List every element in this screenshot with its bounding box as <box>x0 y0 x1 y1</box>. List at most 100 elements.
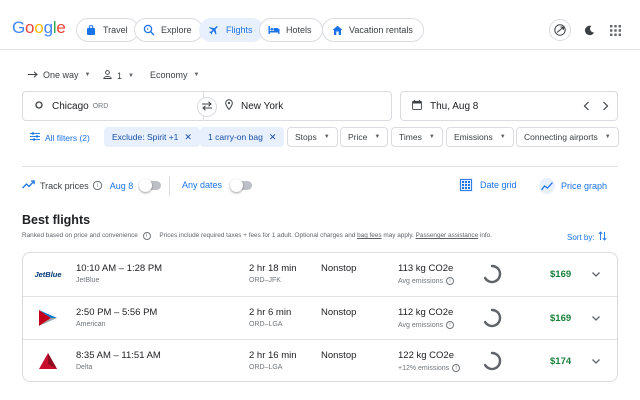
ranking-note: Ranked based on price and convenience <box>22 232 138 239</box>
carry-on-bag-chip[interactable]: 1 carry-on bag ✕ <box>200 127 285 147</box>
apps-grid-icon[interactable] <box>604 19 626 41</box>
passenger-assistance-link[interactable]: Passenger assistance <box>416 232 479 239</box>
sort-by-button[interactable]: Sort by: <box>567 231 607 243</box>
info-icon[interactable]: i <box>452 364 461 372</box>
caret-down-icon: ▼ <box>193 72 200 78</box>
logo-letter: G <box>12 18 26 37</box>
origin-field[interactable]: Chicago ORD <box>22 91 204 121</box>
track-date: Aug 8 <box>109 180 134 191</box>
flight-row[interactable]: 8:35 AM – 11:51 AM Delta 2 hr 16 min ORD… <box>23 339 617 381</box>
flight-row[interactable]: JetBlue 10:10 AM – 1:28 PM JetBlue 2 hr … <box>23 253 617 296</box>
all-filters-button[interactable]: All filters (2) <box>30 132 90 143</box>
connecting-airports-chip[interactable]: Connecting airports ▼ <box>516 127 619 147</box>
google-logo[interactable]: Google <box>12 18 66 38</box>
departure-date-field[interactable]: Thu, Aug 8 <box>400 91 618 121</box>
trip-type-select[interactable]: One way ▼ <box>28 70 90 80</box>
logo-letter: g <box>43 18 53 37</box>
stops-chip-label: Stops <box>295 132 317 142</box>
tab-vacation-rentals[interactable]: Vacation rentals <box>322 18 424 42</box>
cabin-select[interactable]: Economy ▼ <box>150 70 199 80</box>
flight-stops: Nonstop <box>321 350 357 361</box>
chevron-down-icon[interactable] <box>590 312 602 324</box>
tab-travel[interactable]: Travel <box>76 18 139 42</box>
price-graph-icon <box>539 178 555 194</box>
next-date-icon[interactable] <box>602 101 609 114</box>
info-icon[interactable]: i <box>92 181 102 190</box>
delta-logo <box>35 352 61 370</box>
flight-co2: 112 kg CO2e <box>398 307 454 318</box>
tab-vacation-label: Vacation rentals <box>349 25 413 35</box>
chevron-down-icon[interactable] <box>590 355 602 367</box>
info-icon[interactable]: i <box>142 232 151 240</box>
location-pin-icon <box>225 99 233 113</box>
jetblue-logo-text: JetBlue <box>34 269 62 279</box>
track-prices-label: Track prices <box>40 180 89 191</box>
times-filter-chip[interactable]: Times ▼ <box>391 127 443 147</box>
passengers-select[interactable]: 1 ▼ <box>103 70 134 81</box>
loading-spinner-icon <box>483 351 502 371</box>
any-dates-label: Any dates <box>182 180 223 190</box>
destination-field[interactable]: New York <box>203 91 392 121</box>
date-value: Thu, Aug 8 <box>430 100 479 112</box>
date-grid-label: Date grid <box>480 180 517 190</box>
track-prices-toggle[interactable] <box>139 179 162 192</box>
caret-down-icon: ▼ <box>604 134 611 140</box>
suitcase-icon <box>85 24 97 36</box>
flight-route: ORD–LGA <box>249 321 283 328</box>
info-icon[interactable]: i <box>446 321 455 329</box>
tab-explore-label: Explore <box>161 25 192 35</box>
logo-letter: o <box>34 18 44 37</box>
tab-travel-label: Travel <box>103 25 128 35</box>
caret-down-icon: ▼ <box>428 134 435 140</box>
dark-mode-icon[interactable] <box>578 19 600 41</box>
close-icon[interactable]: ✕ <box>184 132 192 143</box>
date-grid-button[interactable]: Date grid <box>459 178 517 192</box>
passengers-value: 1 <box>117 70 123 81</box>
logo-letter: e <box>56 18 66 37</box>
price-note-2: may apply. <box>383 232 414 239</box>
exclude-airlines-chip[interactable]: Exclude: Spirit +1 ✕ <box>104 127 200 147</box>
emissions-filter-chip[interactable]: Emissions ▼ <box>446 127 514 147</box>
price-graph-label: Price graph <box>561 181 608 191</box>
tab-flights-label: Flights <box>226 25 253 35</box>
swap-arrows-icon <box>201 101 213 113</box>
emissions-label: +12% emissions <box>398 364 450 372</box>
loading-spinner-icon <box>483 308 502 328</box>
bag-fees-link[interactable]: bag fees <box>357 232 382 239</box>
caret-down-icon: ▼ <box>84 72 91 78</box>
any-dates-toggle[interactable] <box>230 178 253 192</box>
times-chip-label: Times <box>399 132 422 142</box>
arrow-right-icon <box>28 70 38 80</box>
flight-times: 10:10 AM – 1:28 PM <box>76 263 163 274</box>
close-icon[interactable]: ✕ <box>269 132 277 143</box>
stops-filter-chip[interactable]: Stops ▼ <box>287 127 338 147</box>
chevron-down-icon[interactable] <box>590 268 602 280</box>
house-icon <box>331 24 343 36</box>
tab-hotels-label: Hotels <box>286 25 312 35</box>
price-chip-label: Price <box>348 132 368 142</box>
american-airlines-logo <box>35 309 61 327</box>
tab-hotels[interactable]: Hotels <box>259 18 323 42</box>
tab-explore[interactable]: Explore <box>134 18 203 42</box>
flight-price: $169 <box>550 269 572 280</box>
jetblue-logo: JetBlue <box>34 265 62 283</box>
filter-sliders-icon <box>30 132 40 143</box>
results-subtitle: Ranked based on price and convenience i … <box>22 232 492 240</box>
destination-value: New York <box>241 100 284 112</box>
emissions-chip-label: Emissions <box>454 132 493 142</box>
caret-down-icon: ▼ <box>323 134 330 140</box>
prev-date-icon[interactable] <box>583 101 590 114</box>
flight-price: $169 <box>550 313 572 324</box>
explore-icon <box>143 24 155 36</box>
flight-route: ORD–JFK <box>249 277 281 284</box>
caret-down-icon: ▼ <box>374 134 381 140</box>
flight-row[interactable]: 2:50 PM – 5:56 PM American 2 hr 6 min OR… <box>23 296 617 339</box>
tab-flights[interactable]: Flights <box>199 18 264 42</box>
flight-times: 8:35 AM – 11:51 AM <box>76 350 161 361</box>
travel-mode-icon[interactable] <box>549 19 571 41</box>
price-filter-chip[interactable]: Price ▼ <box>340 127 389 147</box>
flight-price: $174 <box>550 356 572 367</box>
info-icon[interactable]: i <box>446 277 455 285</box>
swap-button[interactable] <box>197 97 217 117</box>
price-graph-button[interactable]: Price graph <box>539 178 607 194</box>
